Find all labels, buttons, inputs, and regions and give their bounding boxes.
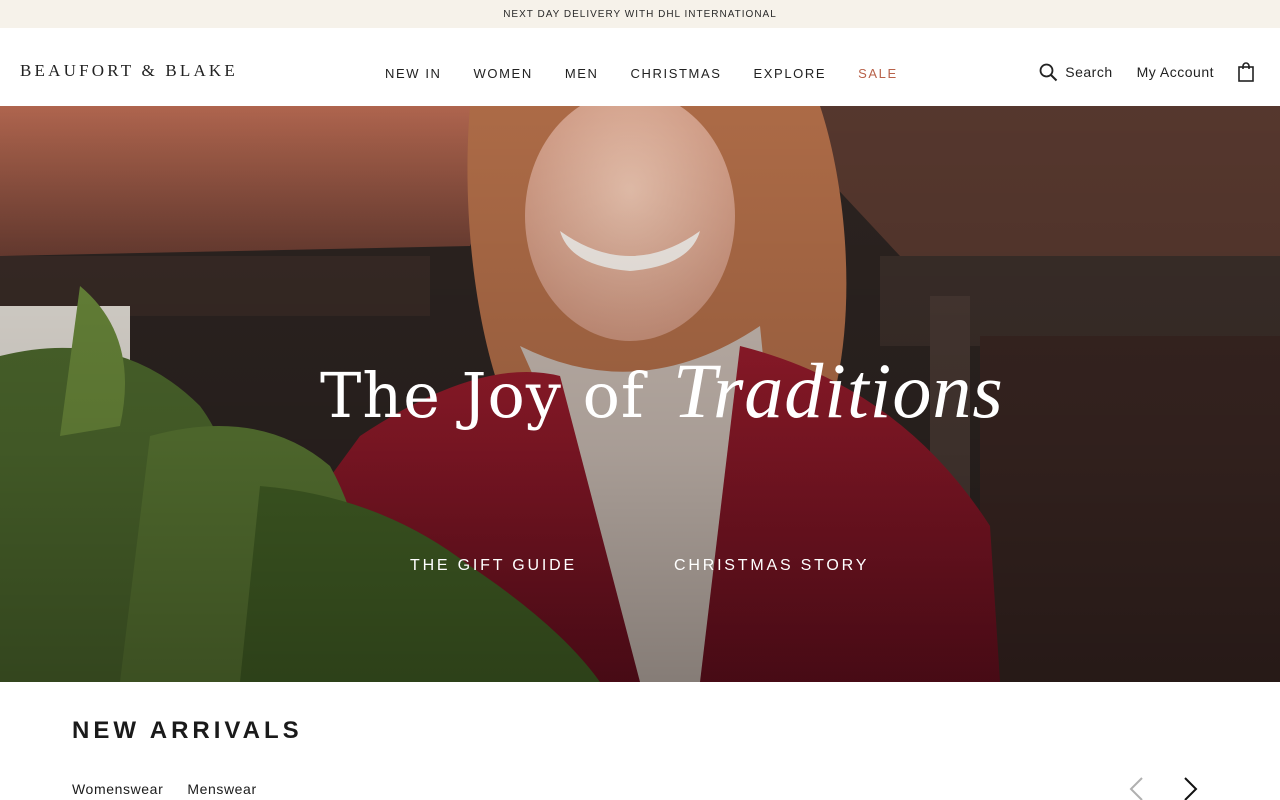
promo-text: NEXT DAY DELIVERY WITH DHL INTERNATIONAL	[503, 8, 777, 20]
tab-womenswear[interactable]: Womenswear	[72, 781, 163, 797]
tab-menswear[interactable]: Menswear	[187, 781, 256, 797]
hero-headline: The Joy of Traditions	[320, 346, 1004, 436]
chevron-left-icon	[1127, 777, 1145, 800]
gift-guide-link[interactable]: THE GIFT GUIDE	[410, 557, 577, 575]
new-arrivals-title: NEW ARRIVALS	[72, 717, 303, 744]
account-label: My Account	[1136, 64, 1214, 80]
search-icon	[1039, 63, 1058, 82]
my-account-link[interactable]: My Account	[1137, 64, 1214, 80]
search-button[interactable]: Search	[1039, 63, 1112, 82]
carousel-next-button[interactable]	[1182, 776, 1200, 800]
nav-item-christmas[interactable]: CHRISTMAS	[631, 66, 722, 81]
headline-script: Traditions	[672, 347, 1004, 434]
arrivals-tabs: Womenswear Menswear	[72, 781, 281, 797]
headline-serif: The Joy of	[320, 359, 645, 432]
nav-item-sale[interactable]: SALE	[858, 66, 898, 81]
shopping-bag-button[interactable]	[1238, 62, 1254, 82]
nav-item-new-in[interactable]: NEW IN	[385, 66, 442, 81]
christmas-story-link[interactable]: CHRISTMAS STORY	[674, 557, 869, 575]
utility-nav: Search My Account	[1015, 62, 1254, 82]
shopping-bag-icon	[1238, 62, 1254, 82]
nav-item-explore[interactable]: EXPLORE	[754, 66, 827, 81]
main-nav: NEW IN WOMEN MEN CHRISTMAS EXPLORE SALE	[385, 66, 898, 81]
brand-logo[interactable]: BEAUFORT & BLAKE	[20, 61, 238, 81]
nav-item-men[interactable]: MEN	[565, 66, 599, 81]
nav-item-women[interactable]: WOMEN	[474, 66, 533, 81]
carousel-prev-button[interactable]	[1127, 776, 1145, 800]
promo-bar: NEXT DAY DELIVERY WITH DHL INTERNATIONAL	[0, 0, 1280, 28]
hero-banner[interactable]: The Joy of Traditions THE GIFT GUIDE CHR…	[0, 106, 1280, 682]
site-header: BEAUFORT & BLAKE NEW IN WOMEN MEN CHRIST…	[0, 28, 1280, 106]
search-label: Search	[1065, 64, 1113, 80]
chevron-right-icon	[1182, 777, 1200, 800]
